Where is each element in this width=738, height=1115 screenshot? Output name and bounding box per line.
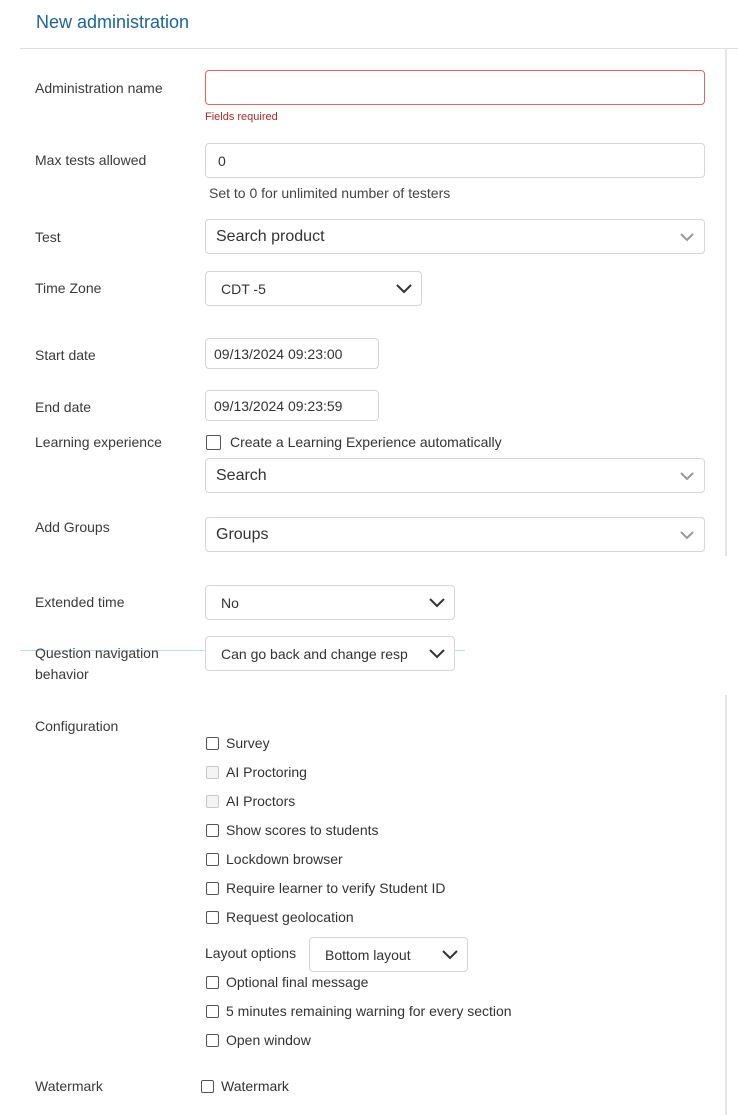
learning-search-select[interactable]: Search — [205, 458, 705, 493]
config-option-label: Request geolocation — [226, 909, 354, 925]
checkbox-icon[interactable] — [206, 975, 219, 989]
config-option-open-window[interactable]: Open window — [206, 1032, 311, 1048]
config-option-ai-proctors: AI Proctors — [206, 793, 295, 809]
question-navigation-label-line2: behavior — [35, 666, 89, 682]
groups-select-value: Groups — [216, 525, 269, 543]
config-option-lockdown-browser[interactable]: Lockdown browser — [206, 851, 343, 867]
extended-time-select[interactable]: No — [205, 585, 455, 620]
checkbox-icon[interactable] — [206, 852, 219, 866]
watermark-label: Watermark — [35, 1078, 103, 1094]
chevron-down-icon — [678, 470, 696, 482]
checkbox-icon — [206, 765, 219, 779]
end-date-label: End date — [35, 399, 92, 415]
config-option-five-minute-warning[interactable]: 5 minutes remaining warning for every se… — [206, 1003, 512, 1019]
checkbox-icon[interactable] — [206, 910, 219, 924]
scrollbar-track-upper — [725, 48, 727, 556]
config-option-verify-student-id[interactable]: Require learner to verify Student ID — [206, 880, 445, 896]
groups-select[interactable]: Groups — [205, 517, 705, 552]
question-navigation-select[interactable]: Can go back and change resp — [205, 636, 455, 671]
config-option-label: AI Proctoring — [226, 764, 307, 780]
config-option-label: Show scores to students — [226, 822, 379, 838]
watermark-checkbox-row[interactable]: Watermark — [201, 1078, 289, 1094]
learning-experience-label: Learning experience — [35, 434, 162, 450]
checkbox-icon[interactable] — [206, 1004, 219, 1018]
config-option-label: Lockdown browser — [226, 851, 343, 867]
add-groups-label: Add Groups — [35, 519, 110, 535]
max-tests-input[interactable] — [205, 143, 705, 178]
time-zone-value: CDT -5 — [221, 280, 266, 297]
extended-time-label: Extended time — [35, 594, 125, 610]
checkbox-icon[interactable] — [206, 881, 219, 895]
config-option-label: Survey — [226, 735, 270, 751]
admin-name-error: Fields required — [205, 111, 278, 123]
chevron-down-icon — [428, 648, 446, 660]
layout-options-label: Layout options — [205, 945, 297, 961]
test-label: Test — [35, 229, 61, 245]
page-title: New administration — [36, 12, 190, 32]
config-option-survey[interactable]: Survey — [206, 735, 270, 751]
config-option-geolocation[interactable]: Request geolocation — [206, 909, 354, 925]
admin-name-label: Administration name — [35, 80, 163, 96]
config-option-ai-proctoring: AI Proctoring — [206, 764, 307, 780]
config-option-label: AI Proctors — [226, 793, 296, 809]
checkbox-icon[interactable] — [206, 434, 221, 450]
admin-name-input[interactable] — [205, 70, 705, 105]
time-zone-label: Time Zone — [35, 280, 102, 296]
checkbox-icon[interactable] — [206, 736, 219, 750]
question-navigation-value: Can go back and change resp — [221, 645, 408, 662]
test-select[interactable]: Search product — [205, 219, 705, 254]
config-option-show-scores[interactable]: Show scores to students — [206, 822, 379, 838]
layout-options-select[interactable]: Bottom layout — [309, 937, 468, 972]
chevron-down-icon — [441, 949, 459, 961]
scrollbar-track-lower — [725, 695, 727, 1115]
configuration-label: Configuration — [35, 718, 119, 734]
max-tests-hint: Set to 0 for unlimited number of testers — [209, 185, 451, 201]
question-navigation-label: Question navigation behavior — [35, 643, 159, 685]
checkbox-icon[interactable] — [201, 1079, 214, 1093]
chevron-down-icon — [678, 231, 696, 243]
chevron-down-icon — [678, 529, 696, 541]
end-date-input[interactable] — [205, 390, 379, 421]
watermark-checkbox-label: Watermark — [221, 1078, 289, 1094]
start-date-input[interactable] — [205, 338, 379, 369]
layout-options-value: Bottom layout — [325, 946, 411, 963]
config-option-label: Open window — [226, 1032, 311, 1048]
config-option-label: 5 minutes remaining warning for every se… — [226, 1003, 512, 1019]
checkbox-icon[interactable] — [206, 823, 219, 837]
start-date-label: Start date — [35, 347, 96, 363]
max-tests-label: Max tests allowed — [35, 152, 147, 168]
learning-auto-checkbox-label: Create a Learning Experience automatical… — [230, 434, 502, 450]
checkbox-icon — [206, 794, 219, 808]
chevron-down-icon — [428, 597, 446, 609]
extended-time-value: No — [221, 594, 239, 611]
checkbox-icon[interactable] — [206, 1033, 219, 1047]
chevron-down-icon — [395, 283, 413, 295]
learning-auto-checkbox-row[interactable]: Create a Learning Experience automatical… — [206, 434, 502, 450]
time-zone-select[interactable]: CDT -5 — [205, 271, 422, 306]
config-option-final-message[interactable]: Optional final message — [206, 974, 368, 990]
question-navigation-label-line1: Question navigation — [35, 645, 159, 661]
header-divider — [20, 48, 738, 49]
config-option-label: Require learner to verify Student ID — [226, 880, 446, 896]
test-select-value: Search product — [216, 227, 325, 245]
learning-search-value: Search — [216, 466, 267, 484]
config-option-label: Optional final message — [226, 974, 369, 990]
